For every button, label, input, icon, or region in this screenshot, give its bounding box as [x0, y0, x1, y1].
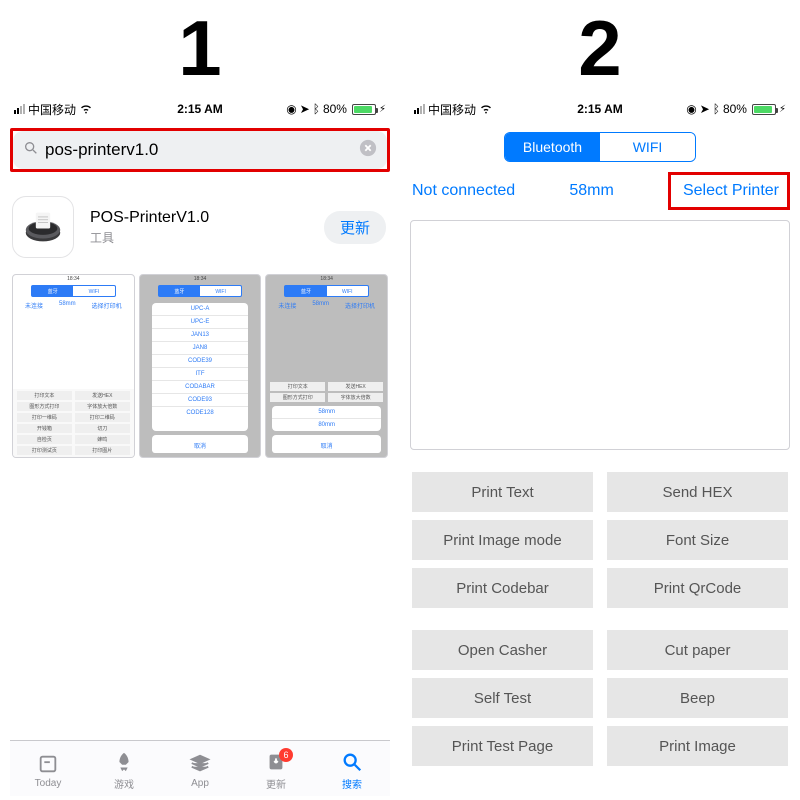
wifi-icon [79, 101, 93, 118]
app-result-row[interactable]: POS-PrinterV1.0 工具 更新 [10, 196, 390, 274]
location-icon: ➤ [300, 102, 310, 116]
print-test-page-button[interactable]: Print Test Page [412, 726, 593, 766]
print-image-button[interactable]: Print Image [607, 726, 788, 766]
connection-status: Not connected [412, 182, 515, 200]
bluetooth-icon: ᛒ [313, 102, 320, 116]
paper-size[interactable]: 58mm [569, 182, 613, 200]
app-category: 工具 [90, 229, 308, 246]
screenshot-2[interactable]: 18:34 蓝牙WIFI UPC-A UPC-E JAN13 JAN8 CODE… [139, 274, 262, 458]
connection-row: Not connected 58mm Select Printer [410, 170, 790, 216]
battery-icon [352, 104, 376, 115]
rocket-icon [113, 750, 135, 774]
clock: 2:15 AM [138, 102, 262, 116]
tab-bar: Today 游戏 App 6 更新 [10, 740, 390, 796]
signal-icon [414, 104, 425, 114]
charging-icon: ⚡︎ [779, 104, 786, 115]
tab-games-label: 游戏 [114, 776, 134, 791]
app-icon [12, 196, 74, 258]
print-qrcode-button[interactable]: Print QrCode [607, 568, 788, 608]
function-buttons: Print Text Send HEX Print Image mode Fon… [410, 472, 790, 766]
battery-pct: 80% [723, 102, 747, 116]
search-icon [23, 140, 39, 161]
carrier-label: 中国移动 [428, 101, 476, 118]
signal-icon [14, 104, 25, 114]
status-bar-2: 中国移动 2:15 AM ◉ ➤ ᛒ 80% ⚡︎ [410, 96, 790, 122]
self-test-button[interactable]: Self Test [412, 678, 593, 718]
segment-bluetooth[interactable]: Bluetooth [505, 133, 600, 161]
alarm-icon: ◉ [286, 102, 296, 116]
status-bar: 中国移动 2:15 AM ◉ ➤ ᛒ 80% ⚡︎ [10, 96, 390, 122]
select-printer-button[interactable]: Select Printer [668, 172, 790, 210]
carrier-label: 中国移动 [28, 101, 76, 118]
charging-icon: ⚡︎ [379, 104, 386, 115]
clear-icon[interactable] [359, 139, 377, 162]
beep-button[interactable]: Beep [607, 678, 788, 718]
screenshot-3[interactable]: 18:34 蓝牙WIFI 未连接 58mm 选择打印机 打印文本发送HEX 图形… [265, 274, 388, 458]
screenshot-1[interactable]: 18:34 蓝牙WIFI 未连接 58mm 选择打印机 打印文本发送HEX 图形… [12, 274, 135, 458]
screenshots-row: 18:34 蓝牙WIFI 未连接 58mm 选择打印机 打印文本发送HEX 图形… [10, 274, 390, 458]
tab-today[interactable]: Today [10, 752, 86, 789]
location-icon: ➤ [700, 102, 710, 116]
connection-segment: Bluetooth WIFI [504, 132, 696, 162]
bluetooth-icon: ᛒ [713, 102, 720, 116]
tab-app-label: App [191, 778, 209, 789]
step-numbers: 1 2 [0, 0, 800, 96]
battery-pct: 80% [323, 102, 347, 116]
app-title: POS-PrinterV1.0 [90, 209, 308, 227]
wifi-icon [479, 101, 493, 118]
clock: 2:15 AM [538, 102, 662, 116]
font-size-button[interactable]: Font Size [607, 520, 788, 560]
send-hex-button[interactable]: Send HEX [607, 472, 788, 512]
print-codebar-button[interactable]: Print Codebar [412, 568, 593, 608]
search-input[interactable] [45, 140, 353, 160]
layers-icon [189, 752, 211, 776]
today-icon [37, 752, 59, 776]
tab-games[interactable]: 游戏 [86, 750, 162, 791]
search-tab-icon [341, 750, 363, 774]
segment-wifi[interactable]: WIFI [600, 133, 695, 161]
tab-search[interactable]: 搜索 [314, 750, 390, 791]
tab-updates[interactable]: 6 更新 [238, 750, 314, 791]
update-button[interactable]: 更新 [324, 211, 386, 244]
step-two: 2 [400, 0, 800, 96]
battery-icon [752, 104, 776, 115]
tab-today-label: Today [35, 778, 62, 789]
print-text-button[interactable]: Print Text [412, 472, 593, 512]
open-casher-button[interactable]: Open Casher [412, 630, 593, 670]
printer-list-box[interactable] [410, 220, 790, 450]
search-highlight [10, 128, 390, 172]
tab-search-label: 搜索 [342, 776, 362, 791]
alarm-icon: ◉ [686, 102, 696, 116]
cut-paper-button[interactable]: Cut paper [607, 630, 788, 670]
print-image-mode-button[interactable]: Print Image mode [412, 520, 593, 560]
step-one: 1 [0, 0, 400, 96]
updates-badge: 6 [279, 748, 293, 762]
tab-app[interactable]: App [162, 752, 238, 789]
tab-updates-label: 更新 [266, 776, 286, 791]
